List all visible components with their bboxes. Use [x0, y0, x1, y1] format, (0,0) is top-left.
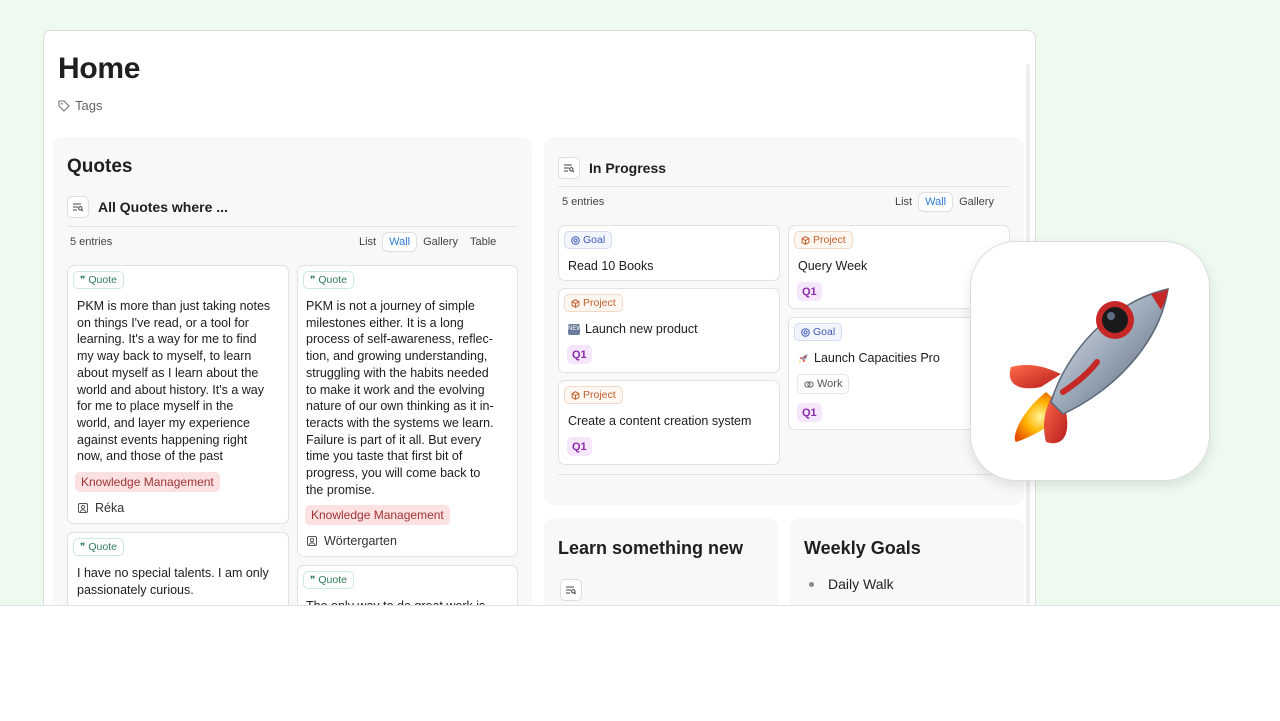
divider: [558, 186, 1010, 187]
project-type-chip: Project: [564, 386, 623, 404]
quotes-query[interactable]: All Quotes where ...: [67, 196, 228, 218]
quote-icon: ❞: [80, 274, 86, 286]
quotes-view-switcher: List Wall Gallery Table: [353, 232, 502, 252]
quote-text: PKM is more than just taking notes on thi…: [77, 299, 271, 464]
quote-icon: ❞: [310, 574, 316, 586]
tag-knowledge-management[interactable]: Knowledge Management: [75, 472, 220, 492]
divider: [558, 474, 1010, 475]
page-title: Home: [58, 52, 141, 85]
card-title: Create a content creation system: [568, 414, 752, 428]
card-title-row: NEW Launch new product: [568, 322, 698, 336]
view-gallery[interactable]: Gallery: [953, 193, 1000, 211]
project-icon: [571, 298, 580, 308]
goal-type-chip: Goal: [794, 323, 843, 341]
card-title-row: Launch Capacities Pro: [798, 351, 940, 365]
bullet-dot: [809, 581, 814, 587]
quote-type-chip: ❞ Quote: [303, 571, 354, 589]
tags-label: Tags: [75, 98, 103, 113]
project-icon: [801, 235, 810, 245]
weekly-goals-panel: [790, 518, 1024, 618]
card-title: Launch new product: [585, 322, 698, 336]
list-item[interactable]: Daily Walk: [809, 576, 894, 592]
bottom-band: [0, 605, 1280, 721]
view-list[interactable]: List: [353, 233, 382, 251]
rocket-icon: [1009, 288, 1169, 444]
quarter-chip[interactable]: Q1: [797, 282, 822, 301]
view-gallery[interactable]: Gallery: [417, 233, 464, 251]
learn-heading: Learn something new: [558, 538, 744, 558]
divider: [67, 226, 518, 227]
work-tag-chip[interactable]: Work: [797, 374, 850, 394]
weekly-goals-heading: Weekly Goals: [804, 538, 921, 558]
quote-text: I have no special talents. I am only pass…: [77, 566, 269, 597]
quotes-entries-count: 5 entries: [70, 236, 113, 248]
in-progress-heading: In Progress: [589, 160, 667, 176]
project-icon: [571, 390, 580, 400]
quarter-chip[interactable]: Q1: [567, 345, 592, 364]
tag-knowledge-management[interactable]: Knowledge Management: [305, 505, 450, 525]
view-wall[interactable]: Wall: [918, 192, 954, 212]
view-list[interactable]: List: [889, 193, 918, 211]
query-icon[interactable]: [67, 196, 89, 218]
work-icon: [804, 380, 814, 388]
quarter-chip[interactable]: Q1: [567, 437, 592, 456]
tags-field[interactable]: Tags: [58, 98, 102, 113]
tag-icon: [58, 99, 70, 112]
quote-author[interactable]: Réka: [78, 501, 124, 515]
view-table[interactable]: Table: [464, 233, 502, 251]
in-progress-view-switcher: List Wall Gallery: [889, 192, 1000, 212]
project-type-chip: Project: [564, 294, 623, 312]
query-icon[interactable]: [560, 579, 582, 601]
quarter-chip[interactable]: Q1: [797, 403, 822, 422]
goal-icon: [801, 327, 810, 337]
quote-type-chip: ❞ Quote: [73, 271, 124, 289]
app-icon-card: [970, 241, 1210, 481]
quote-icon: ❞: [310, 274, 316, 286]
project-type-chip: Project: [794, 231, 853, 249]
rocket-icon: [799, 353, 808, 363]
quote-type-chip: ❞ Quote: [73, 538, 124, 556]
in-progress-query[interactable]: In Progress: [558, 157, 666, 179]
learn-panel: [544, 518, 778, 618]
goal-icon: [571, 235, 580, 245]
quote-type-chip: ❞ Quote: [303, 271, 354, 289]
quote-icon: ❞: [80, 541, 86, 553]
quotes-heading: Quotes: [67, 156, 133, 177]
person-icon: [307, 536, 317, 546]
query-icon[interactable]: [558, 157, 580, 179]
card-title: Query Week: [798, 259, 868, 273]
card-title: Read 10 Books: [568, 259, 654, 273]
quote-text: PKM is not a journey of simple milestones…: [306, 299, 494, 497]
card-title: Launch Capacities Pro: [814, 351, 940, 365]
quote-author[interactable]: Wörtergarten: [307, 534, 397, 548]
person-icon: [78, 503, 88, 513]
view-wall[interactable]: Wall: [382, 232, 418, 252]
in-progress-entries-count: 5 entries: [562, 196, 605, 208]
goal-type-chip: Goal: [564, 231, 613, 249]
new-emoji-icon: NEW: [568, 323, 582, 335]
quotes-query-title: All Quotes where ...: [98, 199, 228, 215]
